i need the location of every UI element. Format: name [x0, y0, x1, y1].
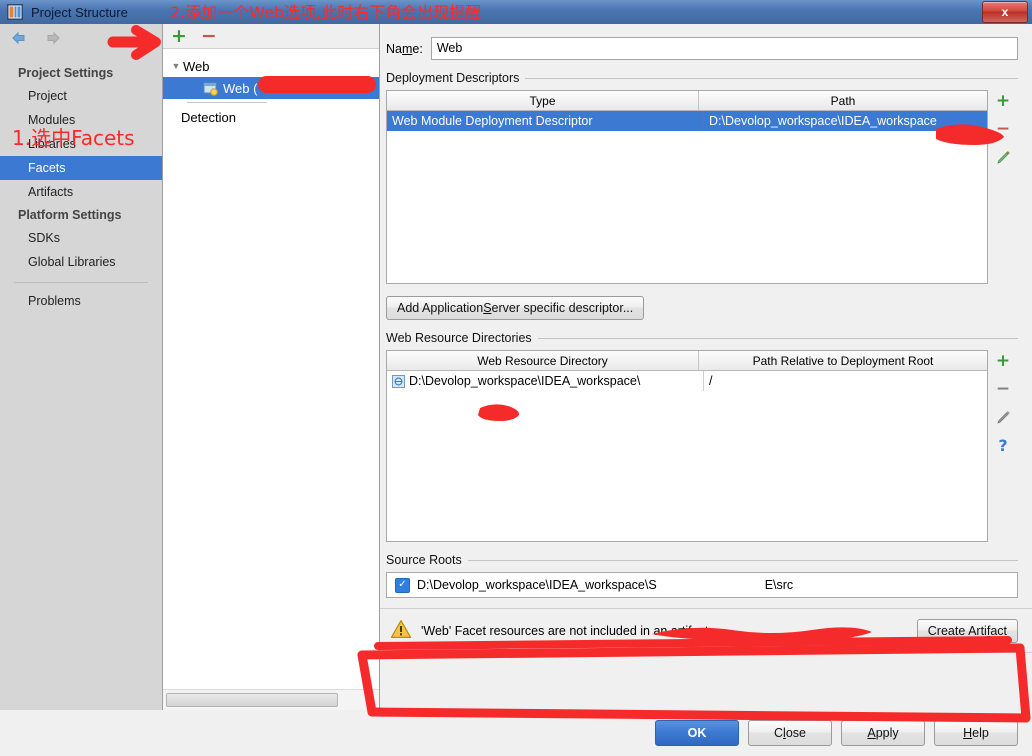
table-header: Web Resource Directory Path Relative to … — [387, 351, 987, 371]
intellij-idea-icon — [7, 4, 23, 20]
arrow-right-icon[interactable] — [44, 30, 62, 46]
help-button[interactable]: Help — [934, 720, 1018, 746]
tree-item-label: Web ( — [223, 80, 258, 96]
web-resource-directories-title: Web Resource Directories — [386, 331, 1018, 345]
web-resource-table-wrap: Web Resource Directory Path Relative to … — [386, 350, 1018, 542]
remove-icon[interactable]: − — [994, 120, 1012, 138]
table-row[interactable]: Web Module Deployment Descriptor D:\Devo… — [387, 111, 987, 131]
create-artifact-button[interactable]: Create Arti f act — [916, 618, 1018, 643]
tree-divider — [187, 102, 267, 103]
artifact-warning-bar: 'Web' Facet resources are not included i… — [380, 608, 1032, 653]
chevron-down-icon[interactable]: ▼ — [169, 61, 183, 71]
add-icon[interactable]: + — [994, 92, 1012, 110]
add-icon[interactable]: + — [994, 352, 1012, 370]
source-roots-section: Source Roots ✓ D:\Devolop_workspace\IDEA… — [380, 542, 1032, 598]
sidebar-item-modules[interactable]: Modules — [0, 108, 162, 132]
edit-icon[interactable] — [994, 148, 1012, 166]
source-root-checkbox[interactable]: ✓ — [395, 577, 410, 593]
scrollbar-thumb[interactable] — [166, 693, 338, 707]
window-title: Project Structure — [31, 4, 128, 20]
column-header-path-relative[interactable]: Path Relative to Deployment Root — [698, 351, 987, 370]
remove-icon[interactable]: − — [994, 380, 1012, 398]
close-dialog-button[interactable]: Cl ose — [748, 720, 832, 746]
column-header-web-resource-directory[interactable]: Web Resource Directory — [387, 351, 698, 370]
web-resource-table: Web Resource Directory Path Relative to … — [386, 350, 988, 542]
annotation-title-note: 2.添加一个Web选项,此时右下角会出现提醒 — [170, 3, 482, 22]
web-resource-directories-label: Web Resource Directories — [386, 331, 532, 345]
web-facet-icon — [203, 81, 218, 96]
source-roots-title: Source Roots — [386, 553, 1018, 567]
name-row: Name: Web — [380, 24, 1032, 60]
table-body: D:\Devolop_workspace\IDEA_workspace\ / — [387, 371, 987, 541]
deployment-descriptors-title: Deployment Descriptors — [386, 71, 1018, 85]
source-roots-label: Source Roots — [386, 553, 462, 567]
ok-button[interactable]: OK — [655, 720, 739, 746]
apply-button[interactable]: Apply — [841, 720, 925, 746]
warning-triangle-icon — [390, 619, 412, 642]
warning-message: 'Web' Facet resources are not included i… — [421, 623, 709, 638]
cell-web-resource-directory: D:\Devolop_workspace\IDEA_workspace\ — [387, 371, 703, 391]
facet-detail-pane: Name: Web Deployment Descriptors Type Pa… — [380, 24, 1032, 710]
tree-row-detection[interactable]: Detection — [163, 106, 379, 128]
sidebar-divider — [14, 282, 148, 283]
tree-root-label: Web — [183, 58, 210, 74]
tree-row-web-facet[interactable]: Web ( — [163, 77, 379, 99]
tree-horizontal-scrollbar[interactable] — [163, 689, 379, 710]
sidebar-item-facets[interactable]: Facets — [0, 156, 162, 180]
sidebar-item-problems[interactable]: Problems — [0, 289, 162, 313]
cell-path: D:\Devolop_workspace\IDEA_workspace — [703, 111, 987, 131]
cell-directory-text: D:\Devolop_workspace\IDEA_workspace\ — [409, 374, 641, 388]
cell-type: Web Module Deployment Descriptor — [392, 114, 593, 128]
section-rule — [525, 77, 1018, 79]
folder-web-icon — [392, 374, 405, 388]
arrow-left-icon[interactable] — [10, 30, 28, 46]
section-rule — [467, 559, 1018, 561]
sidebar-item-project[interactable]: Project — [0, 84, 162, 108]
sidebar-item-sdks[interactable]: SDKs — [0, 226, 162, 250]
close-button[interactable]: x — [982, 1, 1028, 23]
help-icon[interactable]: ? — [994, 436, 1012, 454]
name-input[interactable]: Web — [430, 37, 1018, 60]
column-header-type[interactable]: Type — [387, 91, 698, 110]
sidebar-group-platform-settings: Platform Settings — [18, 208, 122, 222]
table-header: Type Path — [387, 91, 987, 111]
sidebar-group-project-settings: Project Settings — [18, 66, 114, 80]
deployment-descriptors-label: Deployment Descriptors — [386, 71, 520, 85]
add-application-server-descriptor-button[interactable]: Add Application Server specific descript… — [386, 296, 645, 320]
cell-relative-path: / — [703, 371, 987, 391]
title-bar: Project Structure 2.添加一个Web选项,此时右下角会出现提醒… — [0, 0, 1032, 24]
project-structure-dialog: Project Structure 2.添加一个Web选项,此时右下角会出现提醒… — [0, 0, 1032, 756]
name-label: Name: — [386, 41, 423, 56]
facets-tree-pane: + − ▼ Web Web (Detection — [163, 24, 380, 710]
remove-facet-icon[interactable]: − — [201, 27, 217, 46]
sidebar-nav-bar — [0, 24, 162, 52]
sidebar-item-global-libraries[interactable]: Global Libraries — [0, 250, 162, 274]
tree-row-web-group[interactable]: ▼ Web — [163, 55, 379, 77]
settings-sidebar: Project Settings Project Modules Librari… — [0, 24, 163, 710]
table-row[interactable]: D:\Devolop_workspace\IDEA_workspace\ / — [387, 371, 987, 391]
deployment-descriptors-section: Deployment Descriptors Type Path Web Mod… — [380, 60, 1032, 320]
deployment-descriptors-table: Type Path Web Module Deployment Descript… — [386, 90, 988, 284]
facets-tree-toolbar: + − — [163, 24, 379, 49]
table-body: Web Module Deployment Descriptor D:\Devo… — [387, 111, 987, 283]
sidebar-list: Project Settings Project Modules Librari… — [0, 52, 162, 710]
add-descriptor-row: Add Application Server specific descript… — [386, 296, 1018, 320]
web-resource-tools: + − ? — [988, 350, 1018, 542]
web-resource-directories-section: Web Resource Directories Web Resource Di… — [380, 320, 1032, 542]
sidebar-item-libraries[interactable]: Libraries — [0, 132, 162, 156]
column-header-path[interactable]: Path — [698, 91, 987, 110]
sidebar-item-artifacts[interactable]: Artifacts — [0, 180, 162, 204]
edit-icon[interactable] — [994, 408, 1012, 426]
close-icon: x — [1001, 5, 1009, 19]
source-root-path: D:\Devolop_workspace\IDEA_workspace\S E\s… — [417, 578, 794, 592]
deployment-descriptors-table-wrap: Type Path Web Module Deployment Descript… — [386, 90, 1018, 284]
section-rule — [537, 337, 1018, 339]
add-facet-icon[interactable]: + — [171, 27, 187, 46]
source-roots-list: ✓ D:\Devolop_workspace\IDEA_workspace\S E… — [386, 572, 1018, 598]
dialog-content: Project Settings Project Modules Librari… — [0, 24, 1032, 710]
facets-tree: ▼ Web Web (Detection — [163, 49, 379, 689]
dialog-footer: OK Cl ose Apply Help — [0, 710, 1032, 756]
tree-detection-label: Detection — [181, 109, 236, 125]
deployment-descriptors-tools: + − — [988, 90, 1018, 284]
